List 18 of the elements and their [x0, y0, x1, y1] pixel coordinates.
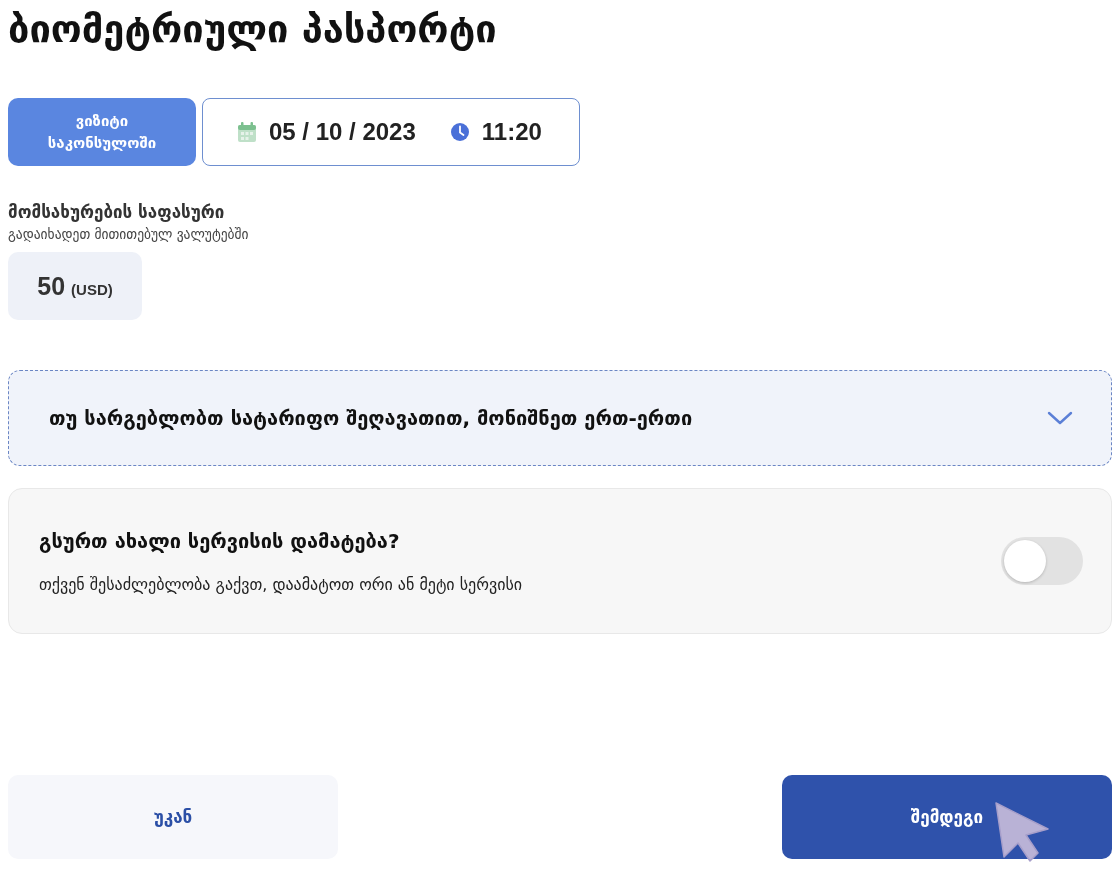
card-description: თქვენ შესაძლებლობა გაქვთ, დაამატოთ ორი ან მეტი სერვისი: [39, 574, 523, 594]
discount-dropdown[interactable]: თუ სარგებლობთ სატარიფო შეღავათით, მონიშნეთ ერთ-ერთი: [8, 370, 1112, 466]
chevron-icon: [1047, 410, 1073, 426]
date-text: 05 / 10 / 2023: [269, 118, 416, 146]
visit-badge: ვიზიტი საკონსულოში: [8, 98, 196, 166]
time-text: 11:20: [481, 118, 542, 146]
fee-title: მომსახურების საფასური: [8, 202, 226, 222]
price-amount: 50: [37, 271, 66, 301]
datetime-field[interactable]: 05 / 10 / 2023 11:20: [202, 98, 580, 166]
next-button[interactable]: შემდეგი: [782, 775, 1112, 859]
calendar-icon: [237, 121, 257, 143]
price-currency: (USD): [71, 280, 113, 298]
page-title: ბიომეტრიული პასპორტი: [8, 6, 498, 52]
fee-subtitle: გადაიხადეთ მითითებულ ვალუტებში: [8, 226, 250, 242]
back-button[interactable]: უკან: [8, 775, 338, 859]
card-title: გსურთ ახალი სერვისის დამატება?: [39, 528, 401, 553]
toggle-switch[interactable]: [1001, 537, 1083, 585]
clock-icon: [449, 122, 470, 142]
